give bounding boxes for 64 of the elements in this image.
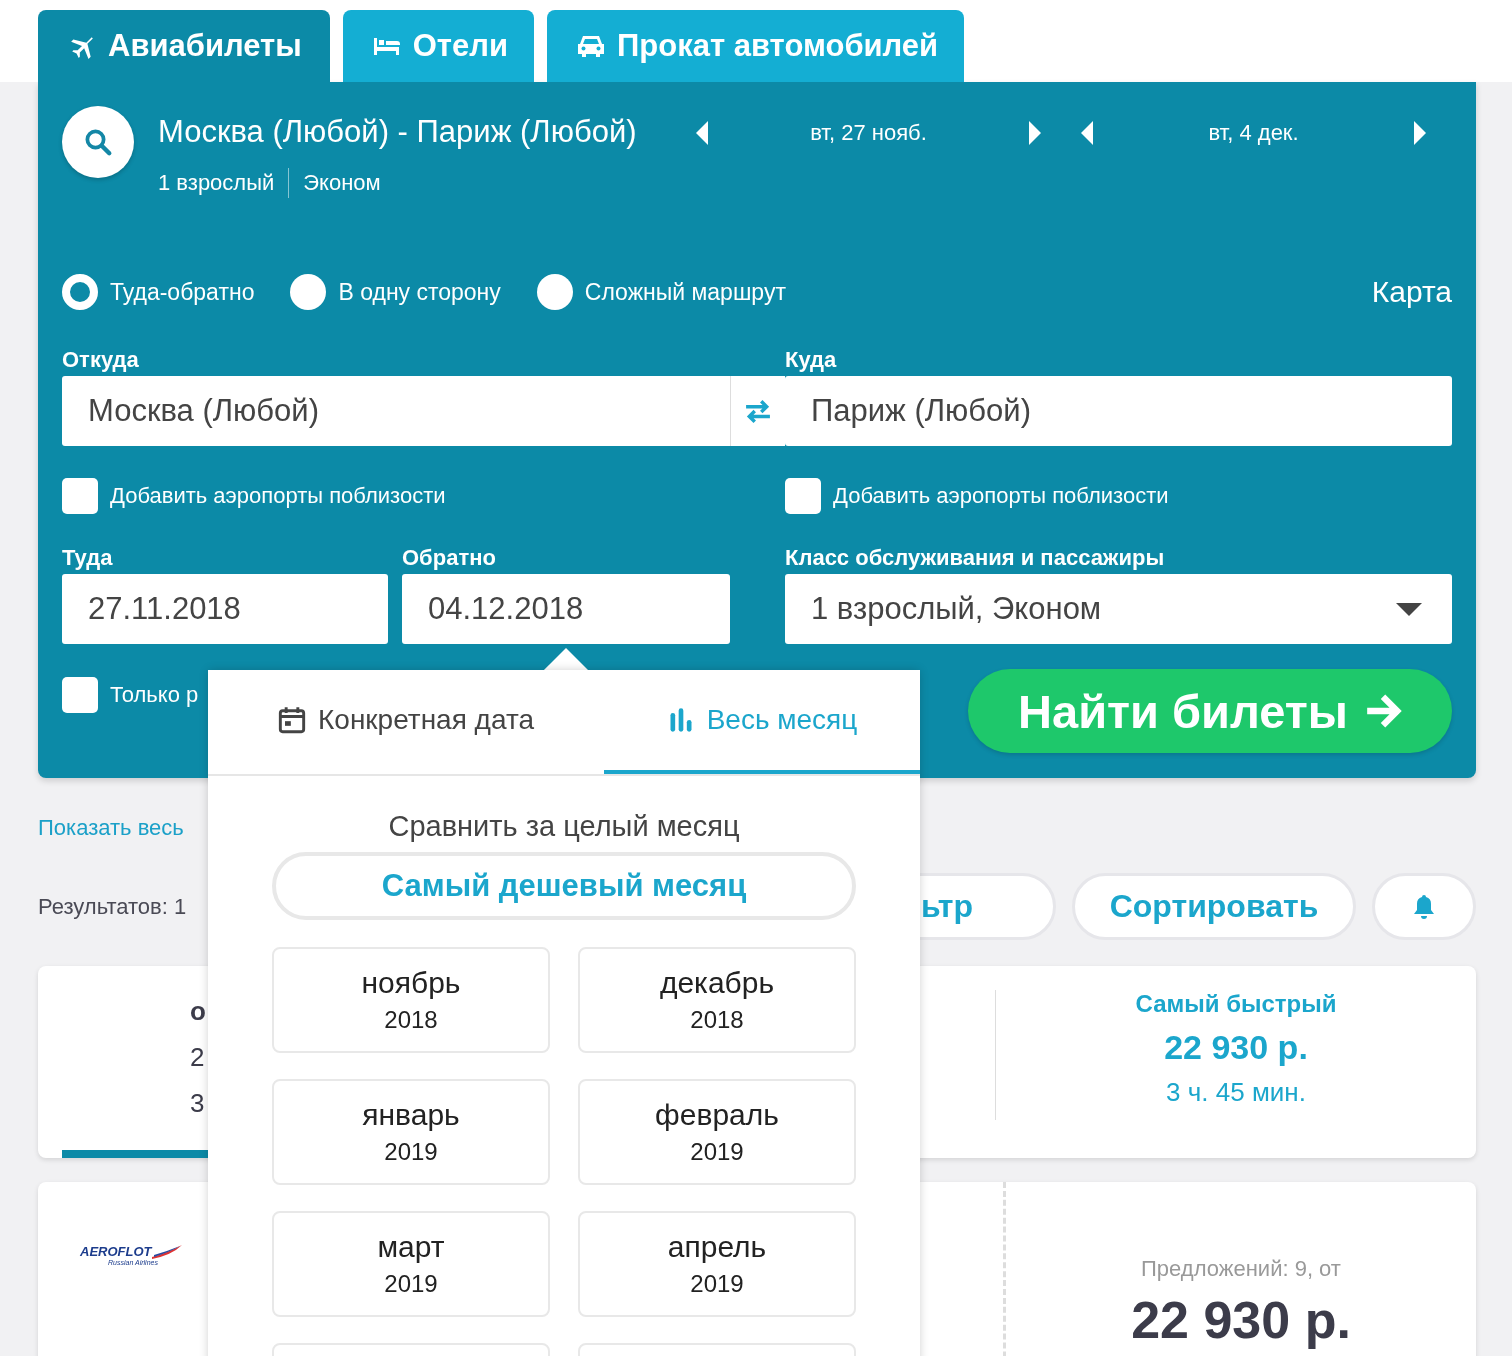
previous-icon[interactable] (696, 121, 710, 145)
next-icon[interactable] (1027, 121, 1041, 145)
cheapest-month-button[interactable]: Самый дешевый месяц (272, 852, 856, 920)
product-tab[interactable]: Прокат автомобилей (547, 10, 965, 82)
sort-button[interactable]: Сортировать (1072, 873, 1356, 940)
product-tab[interactable]: Отели (342, 10, 535, 82)
fastest-duration: 3 ч. 45 мин. (1166, 1077, 1306, 1108)
results-count: Результатов: 1 (38, 893, 187, 920)
destination-field[interactable]: Париж (Любой) (785, 376, 1452, 446)
offer-price: 22 930 р. (1131, 1290, 1351, 1350)
trip-type-option[interactable]: Сложный маршрут (536, 274, 786, 310)
show-all-link[interactable]: Показать весь (38, 814, 184, 842)
cabin-summary: Эконом (303, 170, 381, 196)
trip-type-option[interactable]: В одну сторону (290, 274, 501, 310)
field-label: Обратно (402, 544, 497, 572)
nearby-airports-option[interactable]: Добавить аэропорты поблизости (785, 478, 1452, 514)
next-icon[interactable] (1412, 121, 1426, 145)
checkbox[interactable] (62, 677, 98, 713)
radio-button[interactable] (536, 274, 573, 310)
month-card[interactable]: февраль 2019 (578, 1079, 856, 1185)
field-label: Туда (62, 544, 114, 572)
dropdown-icon (1396, 602, 1422, 616)
summary-text: о (190, 995, 206, 1028)
return-date-field[interactable]: 04.12.2018 (402, 574, 730, 644)
search-icon (83, 127, 113, 157)
map-link[interactable]: Карта (1371, 275, 1452, 309)
popover-heading: Сравнить за целый месяц (388, 809, 740, 844)
search-button[interactable] (62, 106, 134, 178)
origin-field[interactable]: Москва (Любой) (62, 376, 730, 446)
summary-text: 3 (190, 1087, 205, 1120)
summary-text: 2 (190, 1041, 205, 1074)
date-mode-tab[interactable]: Конкретная дата (208, 670, 604, 774)
option-checkbox-row[interactable]: Только р (62, 677, 199, 713)
calendar-icon (278, 706, 306, 734)
fastest-title: Самый быстрый (1135, 990, 1337, 1018)
cabin-select[interactable]: 1 взрослый, Эконом (785, 574, 1452, 644)
previous-icon[interactable] (1081, 121, 1095, 145)
route-summary: Москва (Любой) - Париж (Любой) (158, 114, 638, 150)
month-card[interactable]: март 2019 (272, 1211, 550, 1317)
passengers-summary: 1 взрослый (158, 170, 275, 196)
checkbox[interactable] (785, 478, 821, 514)
radio-button[interactable] (290, 274, 327, 310)
bell-icon (1412, 893, 1436, 920)
month-card[interactable]: апрель 2019 (578, 1211, 856, 1317)
month-card[interactable]: ноябрь 2018 (272, 947, 550, 1053)
radio-button[interactable] (62, 274, 98, 310)
swap-button[interactable] (730, 376, 785, 446)
date-mode-tab[interactable]: Весь месяц (604, 670, 920, 774)
checkbox[interactable] (62, 478, 98, 514)
date-summary: вт, 4 дек. (1207, 120, 1300, 146)
field-label: Куда (785, 346, 838, 374)
nearby-airports-option[interactable]: Добавить аэропорты поблизости (62, 478, 785, 514)
field-label: Класс обслуживания и пассажиры (785, 544, 1166, 572)
month-card[interactable]: январь 2019 (272, 1079, 550, 1185)
date-summary: вт, 27 нояб. (809, 120, 928, 146)
departure-date-field[interactable]: 27.11.2018 (62, 574, 388, 644)
trip-type-option[interactable]: Туда-обратно (62, 274, 255, 310)
month-card[interactable]: декабрь 2018 (578, 947, 856, 1053)
car-icon (577, 33, 606, 59)
fastest-price: 22 930 р. (1164, 1028, 1308, 1067)
offers-count: Предложений: 9, от (1141, 1256, 1341, 1282)
product-tab[interactable]: Авиабилеты (38, 10, 330, 82)
field-label: Откуда (62, 346, 140, 374)
find-tickets-button[interactable]: Найти билеты (968, 669, 1452, 753)
